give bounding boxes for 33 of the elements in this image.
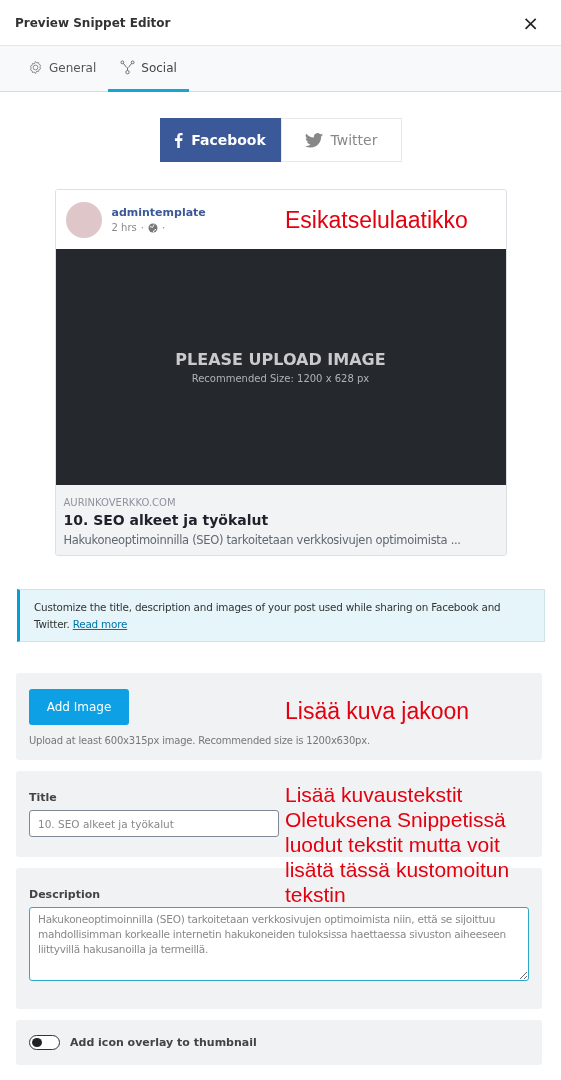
settings-icon [28, 60, 43, 75]
placeholder-title: PLEASE UPLOAD IMAGE [175, 350, 386, 369]
field-label: Description [29, 888, 101, 901]
separator-dot: · [161, 222, 166, 233]
read-more-link[interactable]: Read more [72, 618, 128, 630]
separator-dot: · [140, 222, 144, 233]
post-time: 2 hrs [111, 222, 137, 233]
toggle-label: Add icon overlay to thumbnail [70, 1036, 257, 1049]
author-name: admintemplate [111, 206, 206, 219]
globe-icon [147, 222, 158, 233]
twitter-icon [304, 132, 323, 148]
post-title: 10. SEO alkeet ja työkalut [63, 512, 270, 528]
network-tab[interactable]: Facebook [159, 118, 281, 162]
info-notice: Customize the title, description and images of your post used while sharing on Facebook and Twitter. Read more [17, 589, 545, 642]
close-button[interactable]: × [522, 10, 539, 35]
post-description: Hakukoneoptimoinnilla (SEO) tarkoitetaan verkkosivujen optimoimista ... [63, 533, 462, 547]
toggle-switch[interactable] [29, 1035, 60, 1050]
avatar [65, 201, 102, 238]
dialog-title: Preview Snippet Editor [15, 15, 171, 30]
tab[interactable]: Social [108, 46, 189, 92]
annotation-text: Lisää kuva jakoon [285, 697, 470, 726]
network-tab[interactable]: Twitter [280, 118, 402, 162]
facebook-icon [174, 132, 184, 148]
field-label: Title [29, 791, 57, 804]
annotation-text: Lisää kuvaustekstit Oletuksena Snippetissä luodut tekstit mutta voit lisätä tässä kustomoitun tekstin [285, 782, 511, 907]
description-field[interactable]: Hakukoneoptimoinnilla (SEO) tarkoitetaan verkkosivujen optimoimista niin, että se sijoittuu mahdollisimman korkealle internetin hakukoneiden tuloksissa haettaessa sivuston aiheeseen liittyvillä hakusanoilla ja termeillä. [29, 907, 529, 981]
annotation-text: Esikatselulaatikko [285, 206, 468, 235]
title-field[interactable]: 10. SEO alkeet ja työkalut [29, 810, 279, 837]
placeholder-hint: Recommended Size: 1200 x 628 px [191, 373, 370, 384]
share-icon [120, 60, 136, 75]
tab[interactable]: General [16, 46, 109, 92]
post-domain: AURINKOVERKKO.COM [63, 497, 177, 508]
upload-hint: Upload at least 600x315px image. Recommended size is 1200x630px. [29, 735, 371, 746]
